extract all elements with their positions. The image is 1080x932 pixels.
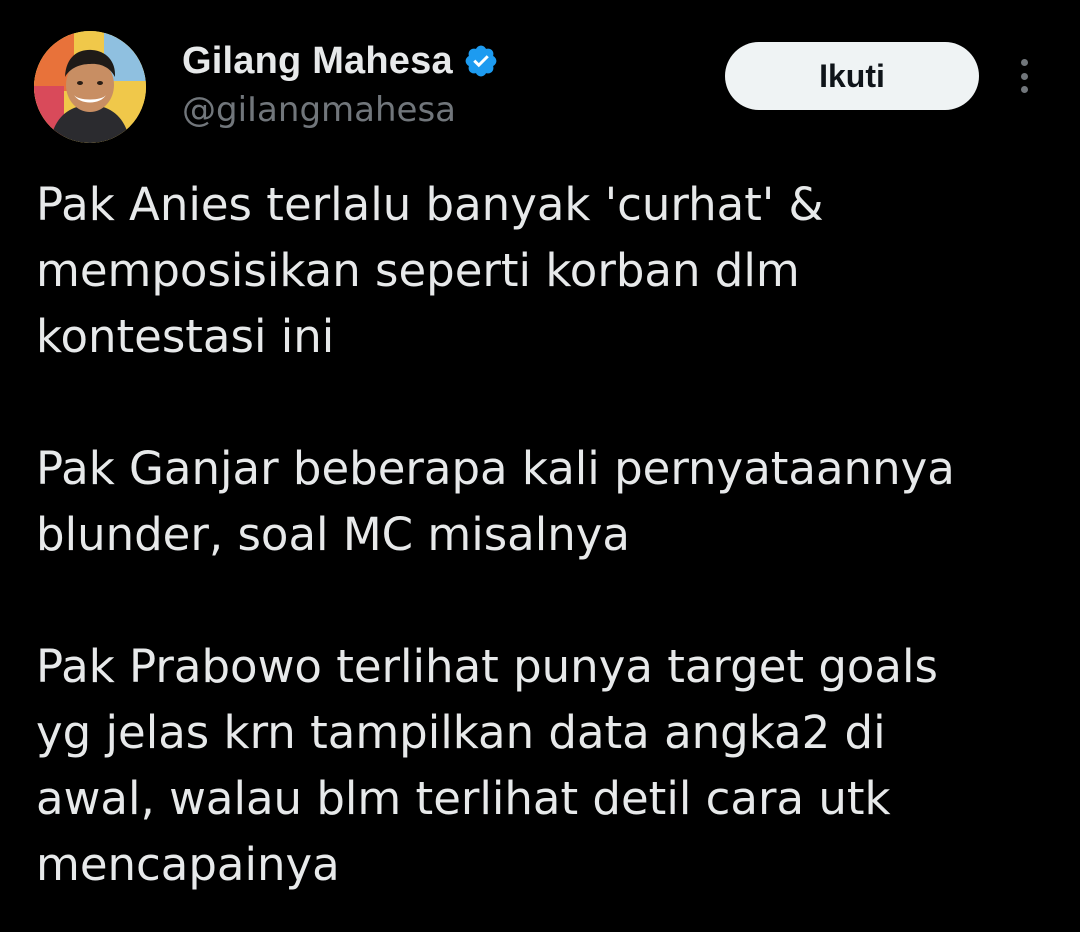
tweet-card: Gilang Mahesa @giIangmahesa Ikuti Pak An… [0,0,1080,932]
author-handle[interactable]: @giIangmahesa [182,90,499,130]
verified-badge-icon [465,45,497,77]
name-row: Gilang Mahesa [182,36,499,86]
more-vertical-icon[interactable] [1004,56,1044,96]
follow-button[interactable]: Ikuti [725,42,979,110]
display-name[interactable]: Gilang Mahesa [182,40,453,83]
more-dot [1020,59,1028,66]
avatar-image [34,31,146,143]
tweet-text: Pak Anies terlalu banyak 'curhat' & memp… [36,172,1046,898]
author-info: Gilang Mahesa @giIangmahesa [182,36,499,130]
tweet-paragraph: Pak Ganjar beberapa kali pernyataannya b… [36,442,955,561]
more-dot [1020,72,1028,80]
tweet-paragraph: Pak Anies terlalu banyak 'curhat' & memp… [36,178,824,363]
tweet-paragraph: Pak Prabowo terlihat punya target goals … [36,640,938,891]
more-dot [1020,86,1028,93]
avatar[interactable] [34,31,146,143]
